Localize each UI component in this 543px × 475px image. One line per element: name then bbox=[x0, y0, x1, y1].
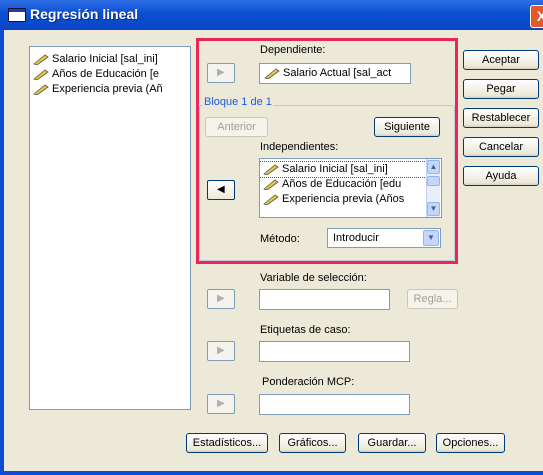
list-item[interactable]: Años de Educación [edu bbox=[260, 177, 441, 192]
method-value: Introducir bbox=[333, 232, 379, 244]
ruler-icon bbox=[264, 68, 280, 79]
ruler-icon bbox=[33, 69, 49, 80]
move-selection-button[interactable]: ▶ bbox=[207, 289, 235, 309]
ruler-icon bbox=[263, 179, 279, 190]
dependent-field[interactable]: Salario Actual [sal_act bbox=[259, 63, 411, 84]
method-select[interactable]: Introducir ▼ bbox=[327, 228, 441, 248]
scroll-thumb[interactable] bbox=[427, 176, 440, 186]
scroll-up-icon[interactable]: ▲ bbox=[427, 160, 440, 174]
variable-label: Años de Educación [e bbox=[52, 68, 160, 80]
move-dependent-button[interactable]: ▶ bbox=[207, 63, 235, 83]
source-variable-list[interactable]: Salario Inicial [sal_ini] Años de Educac… bbox=[29, 46, 191, 410]
list-item[interactable]: Experiencia previa (Añ bbox=[30, 82, 190, 97]
rule-button[interactable]: Regla... bbox=[407, 289, 458, 309]
save-button[interactable]: Guardar... bbox=[358, 433, 426, 453]
variable-label: Años de Educación [edu bbox=[282, 178, 402, 190]
arrow-right-icon: ▶ bbox=[217, 293, 225, 304]
variable-label: Salario Inicial [sal_ini] bbox=[52, 53, 158, 65]
method-label: Método: bbox=[260, 233, 300, 245]
window-frame-bottom bbox=[0, 471, 543, 475]
block-title: Bloque 1 de 1 bbox=[203, 96, 273, 108]
statistics-button[interactable]: Estadísticos... bbox=[186, 433, 268, 453]
move-case-labels-button[interactable]: ▶ bbox=[207, 341, 235, 361]
chevron-down-icon[interactable]: ▼ bbox=[423, 230, 439, 246]
independents-list[interactable]: Salario Inicial [sal_ini] Años de Educac… bbox=[259, 158, 442, 218]
next-block-button[interactable]: Siguiente bbox=[374, 117, 440, 137]
accept-button[interactable]: Aceptar bbox=[463, 50, 539, 70]
selection-field[interactable] bbox=[259, 289, 390, 310]
wls-field[interactable] bbox=[259, 394, 410, 415]
arrow-left-icon: ◀ bbox=[217, 184, 225, 195]
move-wls-button[interactable]: ▶ bbox=[207, 394, 235, 414]
case-labels-label: Etiquetas de caso: bbox=[260, 324, 351, 336]
title-bar[interactable]: Regresión lineal X bbox=[0, 0, 543, 30]
cancel-button[interactable]: Cancelar bbox=[463, 137, 539, 157]
list-item[interactable]: Años de Educación [e bbox=[30, 67, 190, 82]
window-icon bbox=[8, 8, 26, 22]
arrow-right-icon: ▶ bbox=[217, 67, 225, 78]
options-button[interactable]: Opciones... bbox=[436, 433, 505, 453]
reset-button[interactable]: Restablecer bbox=[463, 108, 539, 128]
ruler-icon bbox=[33, 54, 49, 65]
help-button[interactable]: Ayuda bbox=[463, 166, 539, 186]
selection-label: Variable de selección: bbox=[260, 272, 367, 284]
independents-scrollbar[interactable]: ▲ ▼ bbox=[426, 159, 440, 217]
case-labels-field[interactable] bbox=[259, 341, 410, 362]
arrow-right-icon: ▶ bbox=[217, 398, 225, 409]
focus-outline bbox=[260, 161, 435, 178]
close-button[interactable]: X bbox=[530, 5, 543, 28]
ruler-icon bbox=[263, 194, 279, 205]
wls-label: Ponderación MCP: bbox=[262, 376, 355, 388]
scroll-down-icon[interactable]: ▼ bbox=[427, 202, 440, 216]
list-item[interactable]: Experiencia previa (Años bbox=[260, 192, 441, 207]
previous-block-button[interactable]: Anterior bbox=[205, 117, 268, 137]
list-item[interactable]: Salario Inicial [sal_ini] bbox=[260, 161, 435, 178]
window-frame-left bbox=[0, 30, 4, 475]
plots-button[interactable]: Gráficos... bbox=[279, 433, 346, 453]
variable-label: Experiencia previa (Años bbox=[282, 193, 405, 205]
variable-label: Experiencia previa (Añ bbox=[52, 83, 163, 95]
list-item[interactable]: Salario Inicial [sal_ini] bbox=[30, 52, 190, 67]
ruler-icon bbox=[33, 84, 49, 95]
paste-button[interactable]: Pegar bbox=[463, 79, 539, 99]
window-title: Regresión lineal bbox=[30, 6, 139, 22]
dialog-window: Regresión lineal X Salario Inicial [sal_… bbox=[0, 0, 543, 475]
dependent-label: Dependiente: bbox=[260, 44, 326, 56]
independents-label: Independientes: bbox=[260, 141, 339, 153]
dependent-value: Salario Actual [sal_act bbox=[283, 67, 392, 79]
remove-independent-button[interactable]: ◀ bbox=[207, 180, 235, 200]
arrow-right-icon: ▶ bbox=[217, 345, 225, 356]
